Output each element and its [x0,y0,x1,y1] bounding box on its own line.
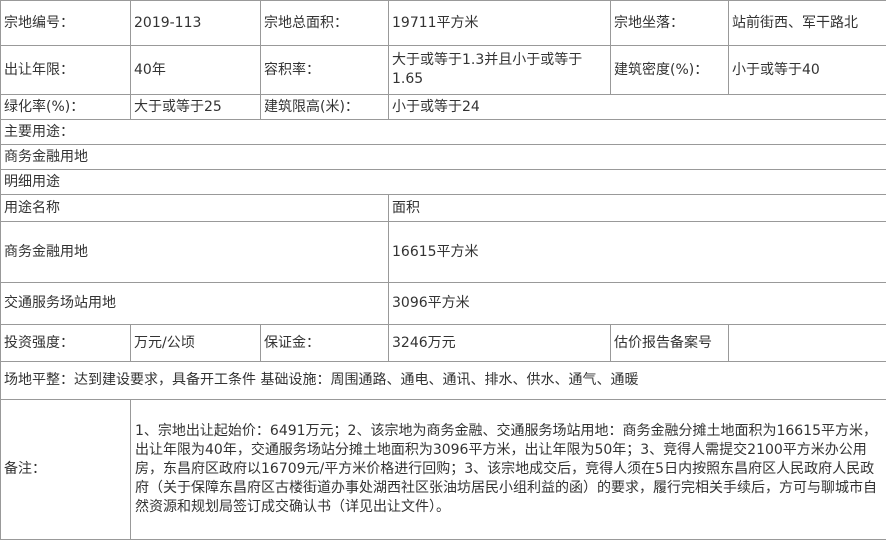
table-row: 用途名称 面积 [0,194,886,222]
appraisal-record-value [728,324,886,362]
deposit-label: 保证金： [260,324,389,362]
table-row: 主要用途： [0,119,886,145]
greening-rate-value: 大于或等于25 [130,94,261,120]
table-row: 交通服务场站用地 3096平方米 [0,282,886,325]
table-row: 明细用途 [0,169,886,195]
table-row: 绿化率(%)： 大于或等于25 建筑限高(米)： 小于或等于24 [0,94,886,120]
lease-term-label: 出让年限： [0,45,131,95]
table-row: 场地平整：达到建设要求，具备开工条件 基础设施：周围通路、通电、通讯、排水、供水… [0,361,886,400]
table-row: 出让年限： 40年 容积率： 大于或等于1.3并且小于或等于1.65 建筑密度(… [0,45,886,95]
total-area-value: 19711平方米 [388,0,611,46]
plot-ratio-value: 大于或等于1.3并且小于或等于1.65 [388,45,611,95]
location-value: 站前街西、军干路北 [728,0,886,46]
parcel-number-label: 宗地编号： [0,0,131,46]
table-row: 投资强度： 万元/公顷 保证金： 3246万元 估价报告备案号 [0,324,886,362]
land-info-table: 宗地编号： 2019-113 宗地总面积： 19711平方米 宗地坐落： 站前街… [0,0,886,540]
plot-ratio-label: 容积率： [260,45,389,95]
site-conditions: 场地平整：达到建设要求，具备开工条件 基础设施：周围通路、通电、通讯、排水、供水… [0,361,886,400]
detail-use-label: 明细用途 [0,169,886,195]
main-use-label: 主要用途： [0,119,886,145]
location-label: 宗地坐落： [610,0,729,46]
building-density-value: 小于或等于40 [728,45,886,95]
use-name-cell: 交通服务场站用地 [0,282,389,325]
use-area-cell: 3096平方米 [388,282,886,325]
remark-label: 备注： [0,399,131,540]
table-row: 商务金融用地 [0,144,886,170]
use-area-cell: 16615平方米 [388,221,886,283]
use-name-cell: 商务金融用地 [0,221,389,283]
total-area-label: 宗地总面积： [260,0,389,46]
height-limit-label: 建筑限高(米)： [260,94,389,120]
remark-text: 1、宗地出让起始价：6491万元；2、该宗地为商务金融、交通服务场站用地：商务金… [130,399,886,540]
greening-rate-label: 绿化率(%)： [0,94,131,120]
table-row: 宗地编号： 2019-113 宗地总面积： 19711平方米 宗地坐落： 站前街… [0,0,886,46]
building-density-label: 建筑密度(%)： [610,45,729,95]
main-use-value: 商务金融用地 [0,144,886,170]
table-row: 商务金融用地 16615平方米 [0,221,886,283]
parcel-number-value: 2019-113 [130,0,261,46]
deposit-value: 3246万元 [388,324,611,362]
height-limit-value: 小于或等于24 [388,94,886,120]
table-row: 备注： 1、宗地出让起始价：6491万元；2、该宗地为商务金融、交通服务场站用地… [0,399,886,540]
use-name-header: 用途名称 [0,194,389,222]
lease-term-value: 40年 [130,45,261,95]
appraisal-record-label: 估价报告备案号 [610,324,729,362]
investment-intensity-label: 投资强度： [0,324,131,362]
use-area-header: 面积 [388,194,886,222]
investment-intensity-value: 万元/公顷 [130,324,261,362]
